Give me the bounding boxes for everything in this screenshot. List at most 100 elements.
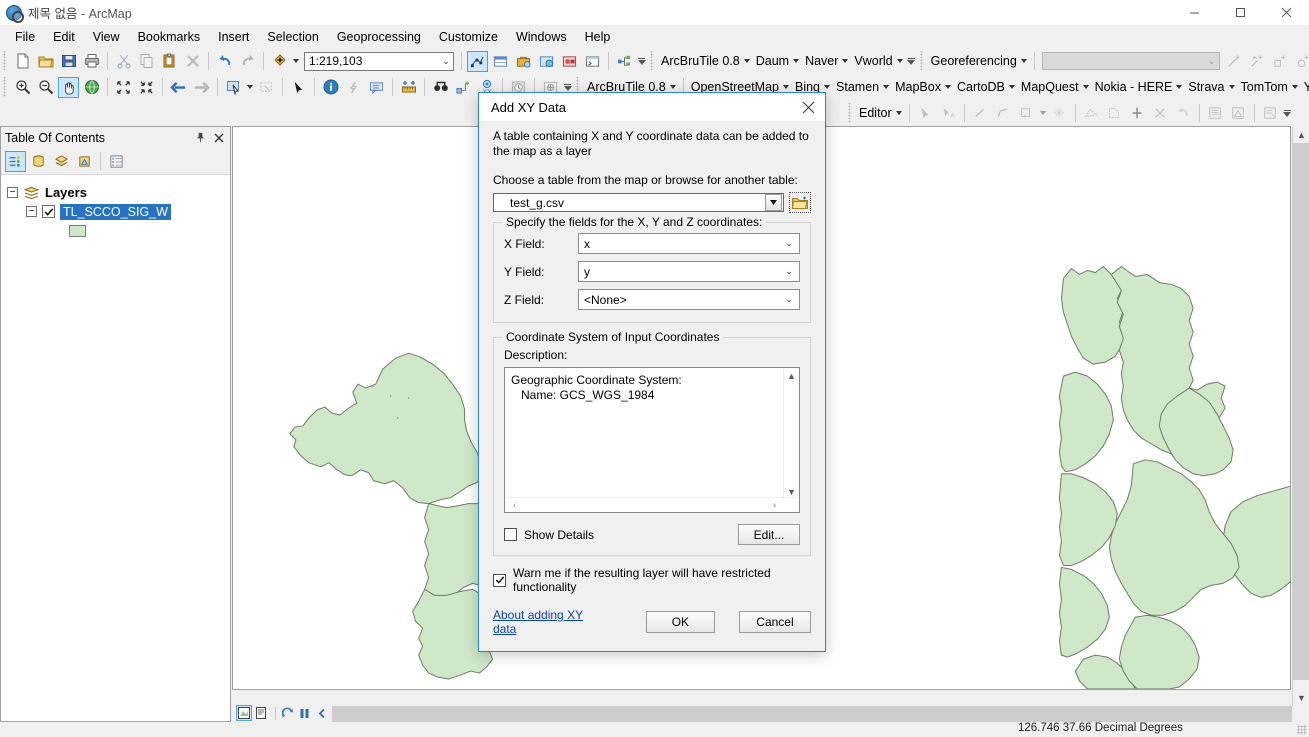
y-field-combo[interactable]: y ⌄ <box>578 261 800 282</box>
pause-drawing-icon[interactable] <box>297 705 312 721</box>
delete-icon[interactable] <box>182 51 203 72</box>
measure-icon[interactable] <box>398 77 419 98</box>
scroll-down-icon[interactable]: ▼ <box>1293 689 1309 706</box>
find-icon[interactable] <box>430 77 451 98</box>
select-elements-icon[interactable] <box>288 77 309 98</box>
collapse-icon[interactable] <box>315 705 330 721</box>
coordinate-system-description-box[interactable]: Geographic Coordinate System: Name: GCS_… <box>504 367 800 513</box>
mapquest-menu[interactable]: MapQuest <box>1018 77 1092 98</box>
description-horizontal-scrollbar[interactable]: ‹ › <box>505 497 799 512</box>
strava-menu[interactable]: Strava <box>1185 77 1237 98</box>
yandex-menu[interactable]: Yandex <box>1301 77 1309 98</box>
search-window-icon[interactable] <box>614 51 635 72</box>
menu-file[interactable]: File <box>6 27 44 47</box>
warn-checkbox[interactable] <box>493 573 506 587</box>
open-icon[interactable] <box>35 51 56 72</box>
expander-icon[interactable]: − <box>26 206 37 217</box>
print-icon[interactable] <box>81 51 102 72</box>
x-field-combo[interactable]: x ⌄ <box>578 233 800 254</box>
layer-visibility-checkbox[interactable] <box>42 205 55 218</box>
editor-menu[interactable]: Editor <box>856 103 905 124</box>
refresh-icon[interactable] <box>280 705 295 721</box>
copy-icon[interactable] <box>136 51 157 72</box>
zoom-out-icon[interactable] <box>35 77 56 98</box>
table-combo[interactable]: test_g.csv <box>493 193 784 212</box>
toc-root-row[interactable]: − Layers <box>1 183 230 202</box>
edit-button[interactable]: Edit... <box>738 524 800 545</box>
clear-selection-icon[interactable] <box>256 77 277 98</box>
expander-icon[interactable]: − <box>7 187 18 198</box>
layout-view-icon[interactable] <box>254 705 269 721</box>
paste-icon[interactable] <box>159 51 180 72</box>
identify-icon[interactable] <box>320 77 341 98</box>
chevron-down-icon[interactable]: ⌄ <box>779 238 799 249</box>
horizontal-scroll-thumb[interactable] <box>330 706 1292 722</box>
chevron-down-icon[interactable] <box>765 194 782 211</box>
toolbar-grip[interactable] <box>2 51 9 71</box>
fixed-zoom-out-icon[interactable] <box>136 77 157 98</box>
back-extent-icon[interactable] <box>168 77 189 98</box>
map-horizontal-scrollbar[interactable] <box>330 706 1292 722</box>
hyperlink-icon[interactable] <box>343 77 364 98</box>
pin-icon[interactable] <box>192 130 208 146</box>
scroll-up-icon[interactable]: ▲ <box>784 368 799 383</box>
edit-vertices-icon[interactable] <box>467 50 488 72</box>
close-icon[interactable] <box>1263 0 1309 25</box>
toc-layer-row[interactable]: − TL_SCCO_SIG_W <box>1 202 230 221</box>
close-icon[interactable] <box>791 93 825 121</box>
georeferencing-menu[interactable]: Georeferencing <box>928 51 1030 72</box>
menu-insert[interactable]: Insert <box>209 27 258 47</box>
catalog-window-icon[interactable] <box>582 51 603 72</box>
ok-button[interactable]: OK <box>645 611 715 633</box>
html-popup-icon[interactable] <box>366 77 387 98</box>
options-icon[interactable] <box>106 151 127 172</box>
modelbuilder-icon[interactable] <box>559 51 580 72</box>
scroll-up-icon[interactable]: ▲ <box>1293 126 1309 143</box>
forward-extent-icon[interactable] <box>191 77 212 98</box>
menu-selection[interactable]: Selection <box>258 27 327 47</box>
show-details-checkbox[interactable] <box>504 528 517 541</box>
menu-bookmarks[interactable]: Bookmarks <box>129 27 210 47</box>
scroll-left-icon[interactable]: ‹ <box>507 498 522 513</box>
resize-grip-icon[interactable] <box>1297 725 1307 735</box>
daum-menu[interactable]: Daum <box>753 51 802 72</box>
description-vertical-scrollbar[interactable]: ▲ ▼ <box>783 368 799 499</box>
chevron-down-icon[interactable]: ⌄ <box>779 266 799 277</box>
nokia-here-menu[interactable]: Nokia - HERE <box>1092 77 1186 98</box>
about-adding-xy-data-link[interactable]: About adding XY data <box>493 608 605 636</box>
scroll-right-icon[interactable]: › <box>767 498 782 513</box>
zoom-in-icon[interactable] <box>12 77 33 98</box>
cartodb-menu[interactable]: CartoDB <box>954 77 1018 98</box>
map-scale-combo[interactable]: 1:219,103 ⌄ <box>304 51 454 71</box>
chevron-down-icon[interactable]: ⌄ <box>779 294 799 305</box>
select-features-dropdown[interactable] <box>245 77 255 98</box>
open-folder-icon[interactable] <box>789 192 811 213</box>
save-icon[interactable] <box>58 51 79 72</box>
chevron-down-icon[interactable]: ⌄ <box>439 56 453 67</box>
add-data-icon[interactable] <box>269 51 290 72</box>
menu-windows[interactable]: Windows <box>507 27 576 47</box>
toolbar-grip[interactable] <box>649 51 656 71</box>
menu-customize[interactable]: Customize <box>430 27 507 47</box>
list-by-selection-icon[interactable] <box>74 151 95 172</box>
arcbrutile-menu[interactable]: ArcBruTile 0.8 <box>658 51 753 72</box>
list-by-source-icon[interactable] <box>28 151 49 172</box>
undo-icon[interactable] <box>214 51 235 72</box>
toc-layer-name[interactable]: TL_SCCO_SIG_W <box>60 203 171 220</box>
list-by-drawing-order-icon[interactable] <box>5 150 26 172</box>
find-route-icon[interactable] <box>453 77 474 98</box>
toolbar-grip[interactable] <box>847 103 854 123</box>
redo-icon[interactable] <box>237 51 258 72</box>
toolbar-grip[interactable] <box>2 77 9 97</box>
z-field-combo[interactable]: <None> ⌄ <box>578 289 800 310</box>
menu-help[interactable]: Help <box>576 27 620 47</box>
add-data-dropdown[interactable] <box>291 51 301 72</box>
mapbox-menu[interactable]: MapBox <box>892 77 954 98</box>
stamen-menu[interactable]: Stamen <box>833 77 892 98</box>
tomtom-menu[interactable]: TomTom <box>1238 77 1301 98</box>
menu-edit[interactable]: Edit <box>44 27 84 47</box>
cut-icon[interactable] <box>113 51 134 72</box>
select-features-icon[interactable] <box>223 77 244 98</box>
menu-geoprocessing[interactable]: Geoprocessing <box>328 27 430 47</box>
layer-symbol-swatch[interactable] <box>69 224 86 237</box>
